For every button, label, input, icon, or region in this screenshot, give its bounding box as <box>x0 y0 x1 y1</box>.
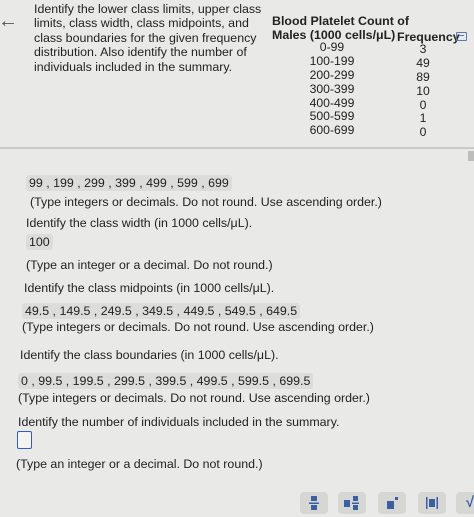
midpoints-answer[interactable]: 49.5 , 149.5 , 249.5 , 349.5 , 449.5 , 5… <box>22 303 301 319</box>
class-cell: 400-499 <box>309 95 355 110</box>
upper-limits-answer[interactable]: 99 , 199 , 299 , 399 , 499 , 599 , 699 <box>26 175 232 191</box>
mixed-number-icon[interactable] <box>338 492 366 514</box>
class-cell: 0-99 <box>319 40 345 54</box>
frequency-cell: 1 <box>419 111 427 126</box>
class-width-prompt: Identify the class width (in 1000 cells/… <box>26 216 253 230</box>
fraction-icon[interactable] <box>300 492 328 514</box>
class-cell: 500-599 <box>309 109 355 124</box>
upper-limits-note: (Type integers or decimals. Do not round… <box>30 195 382 209</box>
class-width-answer[interactable]: 100 <box>26 234 53 250</box>
midpoints-prompt: Identify the class midpoints (in 1000 ce… <box>24 281 275 295</box>
count-note: (Type an integer or a decimal. Do not ro… <box>16 457 263 471</box>
class-cell: 600-699 <box>309 123 355 138</box>
sqrt-icon[interactable]: √ <box>456 492 474 514</box>
frequency-cell: 89 <box>416 69 430 84</box>
frequency-column: 3 49 89 10 0 1 0 <box>406 42 440 140</box>
math-toolbar: √ <box>280 488 474 517</box>
frequency-cell: 0 <box>419 97 427 112</box>
frequency-cell: 0 <box>419 125 427 140</box>
table-frequency-header: Frequency <box>397 30 460 44</box>
boundaries-answer[interactable]: 0 , 99.5 , 199.5 , 299.5 , 399.5 , 499.5… <box>18 373 314 389</box>
frequency-cell: 49 <box>416 55 430 70</box>
exponent-icon[interactable] <box>378 492 406 514</box>
class-column: 0-99 100-199 200-299 300-399 400-499 500… <box>300 40 364 138</box>
section-divider <box>0 147 474 161</box>
back-arrow-icon[interactable]: ← <box>0 10 18 33</box>
class-cell: 300-399 <box>309 81 355 96</box>
question-text: Identify the lower class limits, upper c… <box>34 2 262 74</box>
count-prompt: Identify the number of individuals inclu… <box>18 415 340 429</box>
boundaries-prompt: Identify the class boundaries (in 1000 c… <box>20 348 279 362</box>
frequency-cell: 10 <box>416 83 430 98</box>
count-answer-input[interactable] <box>17 431 32 449</box>
copy-table-icon[interactable] <box>456 32 467 41</box>
class-cell: 200-299 <box>309 67 355 82</box>
table-class-header: Blood Platelet Count of Males (1000 cell… <box>272 14 409 43</box>
frequency-cell: 3 <box>419 42 427 56</box>
absolute-value-icon[interactable] <box>418 492 446 514</box>
class-cell: 100-199 <box>309 53 355 68</box>
class-width-note: (Type an integer or a decimal. Do not ro… <box>26 258 273 272</box>
boundaries-note: (Type integers or decimals. Do not round… <box>18 391 370 405</box>
midpoints-note: (Type integers or decimals. Do not round… <box>22 320 374 334</box>
